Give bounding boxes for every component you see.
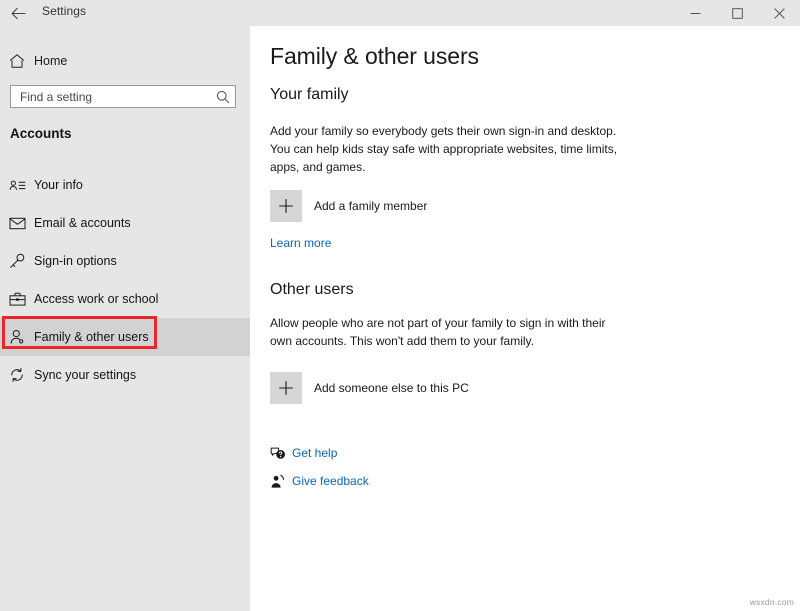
person-icon [0,329,34,345]
watermark: wsxdn.com [750,597,794,607]
add-someone-else-label: Add someone else to this PC [314,381,469,395]
get-help-row[interactable]: Get help [264,442,369,464]
add-family-member-button[interactable]: Add a family member [270,190,427,222]
feedback-person-icon [264,474,292,489]
close-button[interactable] [758,0,800,26]
search-icon [211,90,235,104]
sidebar-item-label: Family & other users [34,330,149,344]
sidebar-item-email-accounts[interactable]: Email & accounts [0,204,250,242]
back-button[interactable] [8,3,28,23]
give-feedback-row[interactable]: Give feedback [264,470,369,492]
sidebar-item-your-info[interactable]: Your info [0,166,250,204]
key-icon [0,253,34,269]
sidebar-item-family-other-users[interactable]: Family & other users [0,318,250,356]
envelope-icon [0,216,34,230]
sidebar-item-home[interactable]: Home [0,46,250,76]
sidebar-nav: Your info Email & accounts [0,166,250,394]
search-box[interactable] [10,85,236,108]
sidebar-home-label: Home [34,54,67,68]
other-users-heading: Other users [270,281,354,299]
sidebar-item-label: Email & accounts [34,216,131,230]
your-family-description: Add your family so everybody gets their … [270,122,622,176]
learn-more-link[interactable]: Learn more [270,236,331,250]
app-title: Settings [42,4,86,18]
search-input[interactable] [11,90,211,104]
get-help-link[interactable]: Get help [292,446,337,460]
sidebar-section-title: Accounts [10,126,72,141]
main-content: Family & other users Your family Add you… [250,26,800,611]
contact-card-icon [0,178,34,193]
help-bubble-icon [264,446,292,461]
your-family-heading: Your family [270,86,349,104]
add-someone-else-button[interactable]: Add someone else to this PC [270,372,469,404]
home-icon [0,53,34,69]
add-family-member-label: Add a family member [314,199,427,213]
sidebar: Home Accounts You [0,26,250,611]
sidebar-item-access-work-or-school[interactable]: Access work or school [0,280,250,318]
footer-links: Get help Give feedback [264,442,369,498]
sync-icon [0,367,34,383]
title-bar: Settings [0,0,800,26]
briefcase-icon [0,292,34,307]
window-controls [674,0,800,26]
sidebar-item-label: Sign-in options [34,254,117,268]
give-feedback-link[interactable]: Give feedback [292,474,369,488]
plus-icon [270,372,302,404]
settings-window: Settings [0,0,800,611]
sidebar-item-sync-your-settings[interactable]: Sync your settings [0,356,250,394]
maximize-button[interactable] [716,0,758,26]
sidebar-item-label: Access work or school [34,292,158,306]
page-title: Family & other users [270,43,479,70]
sidebar-item-label: Your info [34,178,83,192]
sidebar-item-label: Sync your settings [34,368,136,382]
sidebar-item-sign-in-options[interactable]: Sign-in options [0,242,250,280]
minimize-button[interactable] [674,0,716,26]
other-users-description: Allow people who are not part of your fa… [270,314,622,350]
plus-icon [270,190,302,222]
